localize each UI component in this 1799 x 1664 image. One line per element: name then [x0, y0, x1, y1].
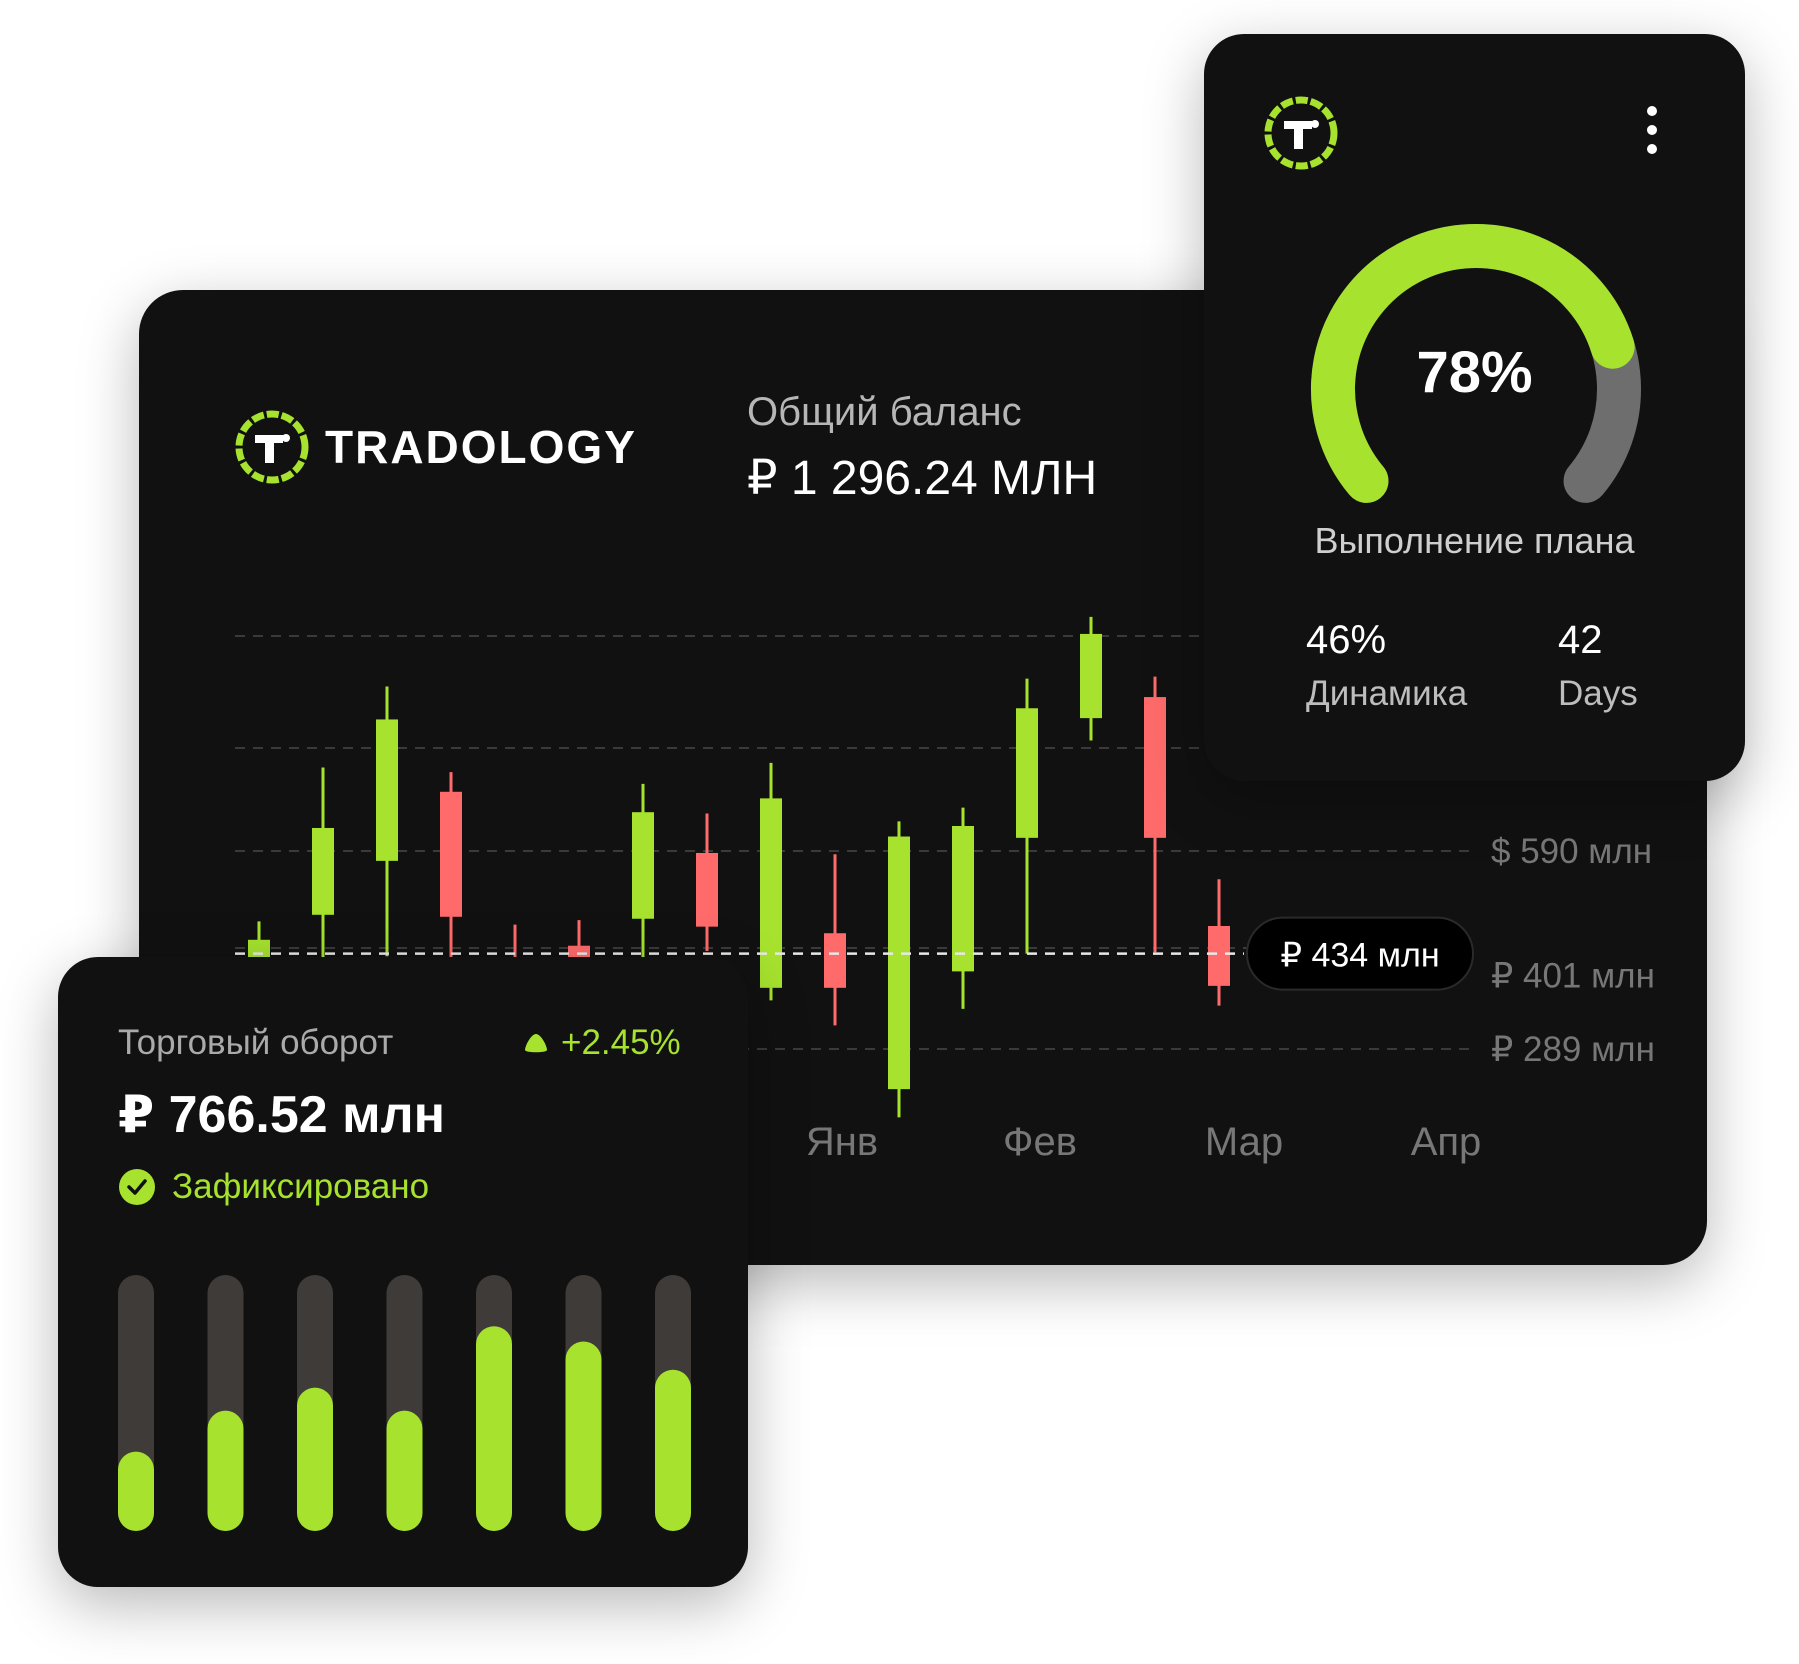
candle-body [1208, 925, 1230, 986]
stat-days-value: 42 [1558, 618, 1603, 662]
turnover-change: +2.45% [523, 1023, 681, 1063]
bar-fill [476, 1326, 512, 1531]
turnover-card: Торговый оборот +2.45% ₽ 766.52 млн Зафи… [58, 957, 748, 1587]
more-menu-icon[interactable] [1644, 106, 1660, 166]
candle-body [696, 852, 718, 927]
candle-body [1080, 633, 1102, 719]
tradology-logo-icon [235, 410, 309, 484]
trend-up-icon [525, 1034, 547, 1053]
brand: TRADOLOGY [233, 407, 637, 487]
turnover-value: ₽ 766.52 млн [118, 1086, 446, 1144]
candle-body [824, 933, 846, 988]
turnover-label: Торговый оборот [118, 1023, 394, 1062]
gauge-caption: Выполнение плана [1314, 520, 1635, 561]
bar-fill [386, 1410, 423, 1531]
y-tick-label: ₽ 401 млн [1491, 956, 1655, 995]
bar-fill [118, 1451, 154, 1531]
current-price-label: ₽ 434 млн [1280, 937, 1439, 975]
turnover-status: Зафиксировано [118, 1167, 429, 1207]
candle-body [760, 798, 782, 988]
plan-card: 78% Выполнение плана 46% Динамика 42 Day… [1204, 34, 1745, 781]
candle-body [1144, 697, 1166, 838]
bar-fill [565, 1341, 602, 1531]
y-tick-label: ₽ 289 млн [1491, 1030, 1655, 1069]
bar-fill [655, 1369, 691, 1531]
candle-body [376, 719, 398, 861]
candle-body [888, 836, 910, 1090]
check-circle-icon [119, 1169, 155, 1205]
candle-body [312, 827, 334, 915]
x-tick-label: Мар [1205, 1120, 1283, 1164]
stat-days-label: Days [1558, 674, 1638, 713]
y-tick-label: $ 590 млн [1491, 832, 1652, 871]
balance-label: Общий баланс [747, 390, 1022, 434]
stat-dynamics-label: Динамика [1306, 674, 1468, 713]
gauge-percent: 78% [1416, 340, 1533, 405]
turnover-status-text: Зафиксировано [172, 1167, 430, 1206]
x-tick-label: Апр [1411, 1120, 1482, 1164]
bar-fill [297, 1387, 333, 1531]
turnover-change-value: +2.45% [561, 1023, 681, 1062]
balance-value: ₽ 1 296.24 МЛН [747, 452, 1098, 505]
x-tick-label: Фев [1003, 1120, 1077, 1164]
candle-body [1016, 708, 1038, 838]
candle-body [440, 791, 462, 917]
x-tick-label: Янв [806, 1120, 878, 1164]
bar-fill [207, 1410, 244, 1531]
candle-body [632, 812, 654, 919]
brand-name: TRADOLOGY [325, 421, 637, 473]
tradology-logo-icon [1264, 96, 1338, 170]
stat-dynamics-value: 46% [1306, 618, 1387, 662]
candle-body [952, 826, 974, 972]
